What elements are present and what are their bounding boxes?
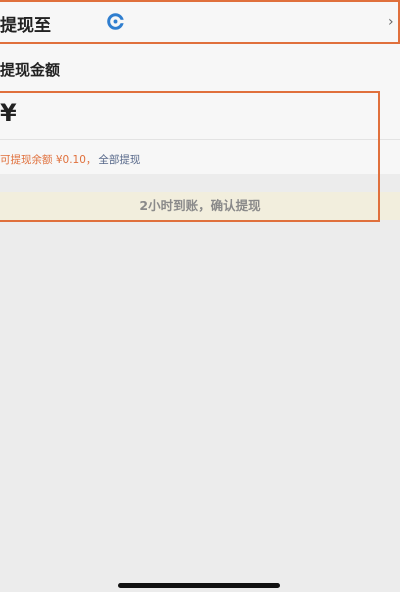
withdraw-destination-row[interactable]: 提现至 › — [0, 0, 400, 44]
home-indicator[interactable] — [118, 583, 280, 588]
balance-line: 可提现余额 ¥0.10， 全部提现 — [0, 152, 140, 167]
withdraw-to-label: 提现至 — [0, 16, 51, 36]
bank-logo-icon — [107, 13, 124, 30]
withdraw-all-link[interactable]: 全部提现 — [98, 154, 140, 166]
chevron-right-icon[interactable]: › — [388, 14, 394, 30]
amount-title: 提现金额 — [0, 61, 61, 79]
available-balance-text: 可提现余额 ¥0.10， — [0, 154, 97, 166]
amount-section: 提现金额 ¥ 可提现余额 ¥0.10， 全部提现 — [0, 44, 400, 174]
currency-symbol[interactable]: ¥ — [0, 99, 17, 127]
confirm-withdraw-button[interactable]: 2小时到账，确认提现 — [0, 192, 400, 220]
divider — [0, 139, 400, 140]
